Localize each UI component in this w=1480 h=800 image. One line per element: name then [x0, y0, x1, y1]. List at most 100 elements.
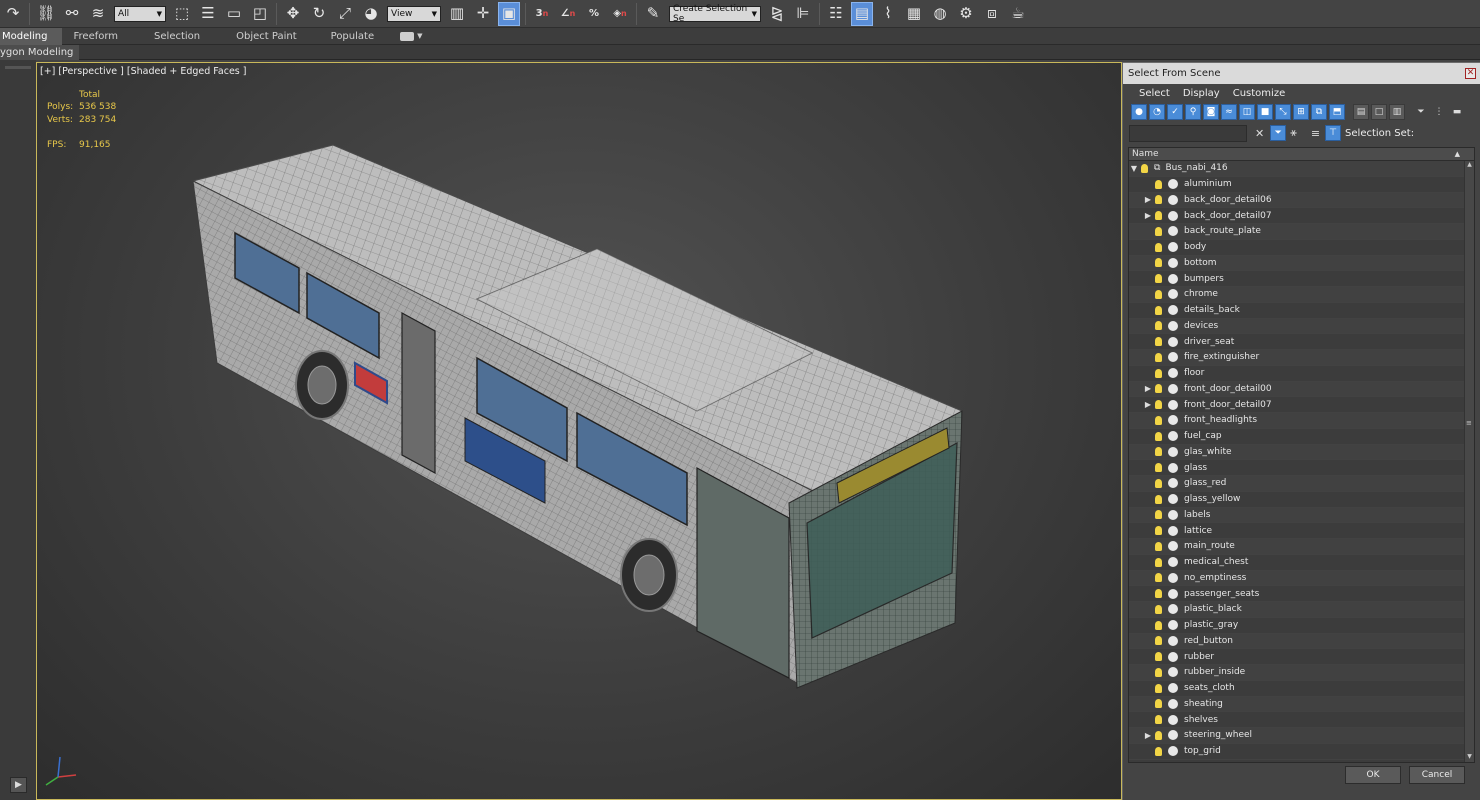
light-bulb-icon[interactable] [1155, 683, 1162, 693]
render-production-icon[interactable]: ☕ [1007, 2, 1029, 26]
tab-object-paint[interactable]: Object Paint [214, 28, 311, 45]
scroll-down-icon[interactable]: ▼ [1465, 753, 1474, 762]
keyboard-shortcut-override-icon[interactable]: ▣ [498, 1, 520, 26]
light-bulb-icon[interactable] [1155, 510, 1162, 520]
name-column-header[interactable]: Name ▲ [1129, 148, 1474, 161]
scene-object-list[interactable]: Name ▲ ▼ ⧉ Bus_nabi_416 aluminium ▶ back_d… [1128, 147, 1475, 763]
list-item[interactable]: fire_extinguisher [1129, 350, 1474, 366]
light-bulb-icon[interactable] [1155, 494, 1162, 504]
search-input[interactable] [1129, 124, 1247, 142]
light-bulb-icon[interactable] [1155, 447, 1162, 457]
display-helpers-icon[interactable]: ◙ [1203, 104, 1219, 120]
display-invert-icon[interactable]: ▥ [1389, 104, 1405, 120]
light-bulb-icon[interactable] [1155, 258, 1162, 268]
light-bulb-icon[interactable] [1155, 746, 1162, 756]
sync-selection-icon[interactable]: ⚹ [1290, 126, 1297, 140]
expand-arrow-icon[interactable]: ▶ [1143, 731, 1153, 740]
list-item[interactable]: rubber [1129, 649, 1474, 665]
pivot-center-icon[interactable]: ▥ [446, 2, 468, 26]
reference-coordinate-dropdown[interactable]: View ▼ [387, 5, 441, 22]
light-bulb-icon[interactable] [1155, 431, 1162, 441]
display-bones-icon[interactable]: ⤡ [1275, 104, 1291, 120]
mirror-icon[interactable]: ⧎ [766, 2, 788, 26]
tab-selection[interactable]: Selection [132, 28, 214, 45]
menu-display[interactable]: Display [1183, 88, 1220, 99]
list-item[interactable]: red_button [1129, 633, 1474, 650]
light-bulb-icon[interactable] [1155, 667, 1162, 677]
expand-arrow-icon[interactable]: ▶ [1143, 384, 1153, 393]
selection-filter-dropdown[interactable]: All ▼ [114, 5, 166, 22]
close-icon[interactable]: ✕ [1465, 68, 1476, 79]
unlink-icon[interactable]: ⚯ [61, 2, 83, 26]
display-hidden-icon[interactable]: ⬒ [1329, 104, 1345, 120]
list-item[interactable]: ▶ steering_wheel [1129, 728, 1474, 744]
list-item[interactable]: ▶ front_door_detail07 [1129, 397, 1474, 413]
list-item[interactable]: plastic_gray [1129, 618, 1474, 634]
ok-button[interactable]: OK [1345, 766, 1401, 784]
list-item[interactable]: devices [1129, 318, 1474, 335]
display-xrefs-icon[interactable]: ■ [1257, 104, 1273, 120]
display-spacewarps-icon[interactable]: ≈ [1221, 104, 1237, 120]
list-item[interactable]: driver_seat [1129, 334, 1474, 350]
list-item[interactable]: bottom [1129, 255, 1474, 272]
list-item[interactable]: shelves [1129, 712, 1474, 728]
dock-grip[interactable] [5, 66, 31, 69]
list-item-root[interactable]: ▼ ⧉ Bus_nabi_416 [1129, 161, 1474, 177]
spinner-snap-icon[interactable]: ◈ n [609, 2, 631, 26]
light-bulb-icon[interactable] [1155, 478, 1162, 488]
light-bulb-icon[interactable] [1155, 573, 1162, 583]
display-lights-icon[interactable]: ✓ [1167, 104, 1183, 120]
light-bulb-icon[interactable] [1155, 589, 1162, 599]
list-item[interactable]: chrome [1129, 287, 1474, 303]
display-groups-icon[interactable]: ◫ [1239, 104, 1255, 120]
display-geometry-icon[interactable]: ● [1131, 104, 1147, 120]
list-item[interactable]: glass_yellow [1129, 492, 1474, 508]
list-scrollbar[interactable]: ▲ ≡ ▼ [1464, 161, 1474, 762]
percent-snap-icon[interactable]: % [583, 2, 605, 26]
light-bulb-icon[interactable] [1155, 715, 1162, 725]
list-item[interactable]: rubber_inside [1129, 665, 1474, 681]
light-bulb-icon[interactable] [1155, 337, 1162, 347]
list-item[interactable]: bumpers [1129, 271, 1474, 287]
expand-arrow-icon[interactable]: ▶ [1143, 195, 1153, 204]
move-icon[interactable]: ✥ [282, 2, 304, 26]
viewport-label[interactable]: [+] [Perspective ] [Shaded + Edged Faces… [40, 66, 246, 77]
list-item[interactable]: ▶ back_door_detail06 [1129, 192, 1474, 209]
layer-explorer-icon[interactable]: ☷ [825, 2, 847, 26]
list-item[interactable]: front_headlights [1129, 413, 1474, 429]
list-item[interactable]: aluminium [1129, 177, 1474, 193]
align-icon[interactable]: ⊫ [792, 2, 814, 26]
rotate-icon[interactable]: ↻ [308, 2, 330, 26]
tab-populate[interactable]: Populate [311, 28, 388, 45]
layers-icon[interactable]: ≡ [1311, 127, 1320, 140]
play-icon[interactable]: ▶ [10, 777, 27, 793]
list-item[interactable]: lattice [1129, 523, 1474, 539]
select-object-icon[interactable]: ⬚ [171, 2, 193, 26]
light-bulb-icon[interactable] [1155, 526, 1162, 536]
list-item[interactable]: glass_red [1129, 476, 1474, 492]
bind-spacewarp-icon[interactable]: ≋ [87, 2, 109, 26]
curve-editor-icon[interactable]: ⌇ [877, 2, 899, 26]
display-all-icon[interactable]: ▤ [1353, 104, 1369, 120]
display-shapes-icon[interactable]: ◔ [1149, 104, 1165, 120]
tab-freeform[interactable]: Freeform [62, 28, 133, 45]
schematic-view-icon[interactable]: ▦ [903, 2, 925, 26]
light-bulb-icon[interactable] [1155, 179, 1162, 189]
edit-named-selection-icon[interactable]: ✎ [642, 2, 664, 26]
light-bulb-icon[interactable] [1155, 226, 1162, 236]
display-none-icon[interactable]: □ [1371, 104, 1387, 120]
display-containers-icon[interactable]: ⊞ [1293, 104, 1309, 120]
list-item[interactable]: medical_chest [1129, 555, 1474, 571]
scale-icon[interactable]: ⤢ [334, 2, 356, 26]
dialog-title-bar[interactable]: Select From Scene ✕ [1123, 63, 1480, 84]
collapse-arrow-icon[interactable]: ▼ [1129, 164, 1139, 173]
light-bulb-icon[interactable] [1155, 195, 1162, 205]
collapse-panel-icon[interactable]: ▬ [1449, 104, 1465, 120]
list-item[interactable]: back_route_plate [1129, 224, 1474, 240]
menu-customize[interactable]: Customize [1233, 88, 1286, 99]
list-item[interactable]: labels [1129, 507, 1474, 524]
light-bulb-icon[interactable] [1155, 636, 1162, 646]
list-item[interactable]: plastic_black [1129, 602, 1474, 618]
chevron-down-icon[interactable]: ▼ [417, 32, 422, 40]
light-bulb-icon[interactable] [1155, 321, 1162, 331]
